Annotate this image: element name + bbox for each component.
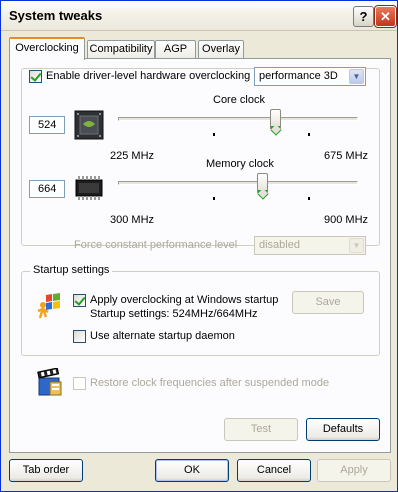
apply-startup-checkbox[interactable] <box>73 294 86 307</box>
memory-slider-thumb[interactable] <box>257 173 268 193</box>
core-slider-tick <box>213 133 215 136</box>
tab-agp[interactable]: AGP <box>155 40 196 59</box>
apply-startup-label: Apply overclocking at Windows startup <box>90 294 279 306</box>
ok-button[interactable]: OK <box>155 459 229 482</box>
profile-select[interactable]: performance 3D ▼ <box>254 67 366 86</box>
window-title: System tweaks <box>9 8 103 23</box>
alt-daemon-label: Use alternate startup daemon <box>90 330 235 342</box>
core-clock-slider[interactable] <box>118 99 358 141</box>
help-icon: ? <box>359 9 368 24</box>
gpu-chip-icon <box>74 110 104 140</box>
startup-settings-text: Startup settings: 524MHz/664MHz <box>90 308 258 320</box>
tab-overclocking[interactable]: Overclocking <box>9 37 85 60</box>
defaults-button[interactable]: Defaults <box>306 418 380 441</box>
apply-button[interactable]: Apply <box>317 459 391 482</box>
memory-min-label: 300 MHz <box>110 214 155 226</box>
tab-overlay[interactable]: Overlay <box>198 40 244 59</box>
core-slider-track <box>118 117 358 121</box>
chevron-down-icon: ▼ <box>349 238 364 253</box>
memory-chip-icon <box>74 175 104 201</box>
tab-compatibility[interactable]: Compatibility <box>87 40 155 59</box>
memory-slider-tick <box>213 197 215 200</box>
test-button[interactable]: Test <box>224 418 298 441</box>
core-slider-tick <box>308 133 310 136</box>
close-button[interactable]: ✕ <box>374 5 397 28</box>
memory-slider-track <box>118 181 358 185</box>
enable-overclocking-checkbox[interactable] <box>29 70 42 83</box>
alt-daemon-checkbox[interactable] <box>73 330 86 343</box>
save-button[interactable]: Save <box>292 291 364 314</box>
overclocking-panel: Enable driver-level hardware overclockin… <box>9 58 391 453</box>
memory-clock-value[interactable]: 664 <box>29 180 65 198</box>
core-max-label: 675 MHz <box>324 150 369 162</box>
restore-clock-checkbox[interactable] <box>73 377 86 390</box>
memory-slider-tick <box>308 197 310 200</box>
restore-clapper-icon <box>36 367 64 398</box>
core-min-label: 225 MHz <box>110 150 155 162</box>
tab-order-button[interactable]: Tab order <box>9 459 83 482</box>
core-slider-thumb[interactable] <box>270 109 281 129</box>
system-tweaks-window: System tweaks ? ✕ Overclocking Compatibi… <box>0 0 398 492</box>
enable-overclocking-label: Enable driver-level hardware overclockin… <box>46 70 253 82</box>
force-performance-label: Force constant performance level <box>74 239 238 251</box>
startup-settings-title: Startup settings <box>30 264 113 276</box>
force-performance-value: disabled <box>259 239 300 251</box>
help-button[interactable]: ? <box>353 6 374 27</box>
restore-clock-label: Restore clock frequencies after suspende… <box>90 377 330 389</box>
title-bar[interactable]: System tweaks ? ✕ <box>1 1 397 31</box>
close-icon: ✕ <box>380 9 391 24</box>
force-performance-select[interactable]: disabled ▼ <box>254 236 366 255</box>
core-clock-value[interactable]: 524 <box>29 116 65 134</box>
profile-select-value: performance 3D <box>259 70 338 82</box>
memory-clock-slider[interactable] <box>118 163 358 205</box>
cancel-button[interactable]: Cancel <box>237 459 311 482</box>
windows-startup-icon <box>36 292 64 320</box>
chevron-down-icon: ▼ <box>349 69 364 84</box>
memory-max-label: 900 MHz <box>324 214 369 226</box>
